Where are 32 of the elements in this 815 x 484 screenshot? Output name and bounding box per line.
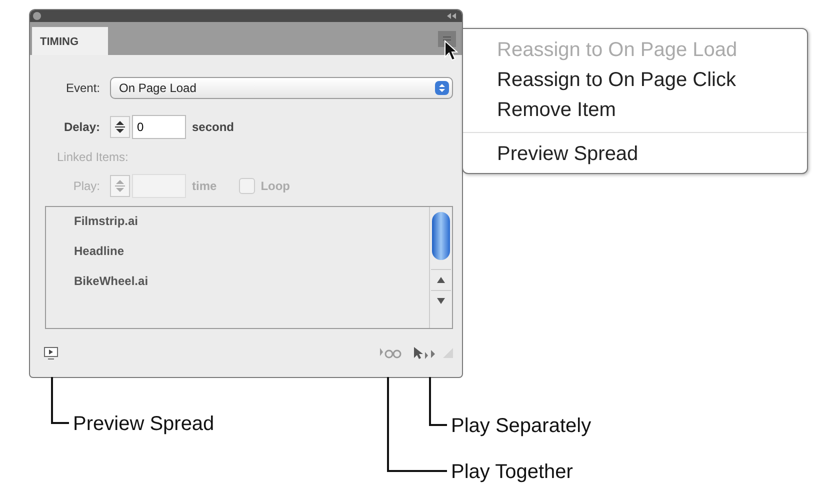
unit-label: second	[192, 120, 234, 134]
preview-icon[interactable]	[44, 346, 58, 360]
delay-field[interactable]: 0	[132, 115, 186, 139]
stepper-icon	[110, 175, 130, 197]
section-label: Linked Items:	[56, 150, 130, 164]
cursor-icon	[444, 40, 458, 62]
leader-line	[51, 377, 69, 424]
panel-tab[interactable]: TIMING	[32, 27, 108, 55]
play-separately-icon[interactable]	[413, 346, 437, 360]
callout-label: Play Separately	[451, 416, 592, 436]
scroll-thumb[interactable]	[431, 211, 451, 261]
list-item[interactable]: Headline	[74, 244, 429, 274]
panel-menu-button[interactable]	[438, 30, 456, 46]
menu-item[interactable]: Reassign to On Page Click	[463, 65, 807, 95]
field-label: Delay:	[62, 120, 101, 134]
scrollbar[interactable]	[429, 207, 452, 328]
field-label: Play:	[72, 179, 101, 193]
event-dropdown[interactable]: On Page Load	[110, 77, 453, 99]
checkbox-label: Loop	[260, 179, 290, 193]
resize-grip-icon[interactable]	[443, 348, 453, 358]
stepper-arrows-icon	[435, 81, 449, 95]
menu-item[interactable]: Remove Item	[463, 95, 807, 125]
close-icon[interactable]	[33, 12, 41, 20]
list-item[interactable]: BikeWheel.ai	[74, 274, 429, 304]
stepper-icon[interactable]	[110, 116, 130, 138]
unit-label: time	[192, 179, 217, 193]
callout-label: Play Together	[451, 462, 573, 482]
field-label: Event:	[64, 81, 101, 95]
collapse-icon[interactable]	[446, 13, 456, 19]
menu-item[interactable]: Preview Spread	[463, 139, 807, 169]
list-item[interactable]: Filmstrip.ai	[74, 214, 429, 244]
callout-label: Preview Spread	[73, 414, 214, 434]
